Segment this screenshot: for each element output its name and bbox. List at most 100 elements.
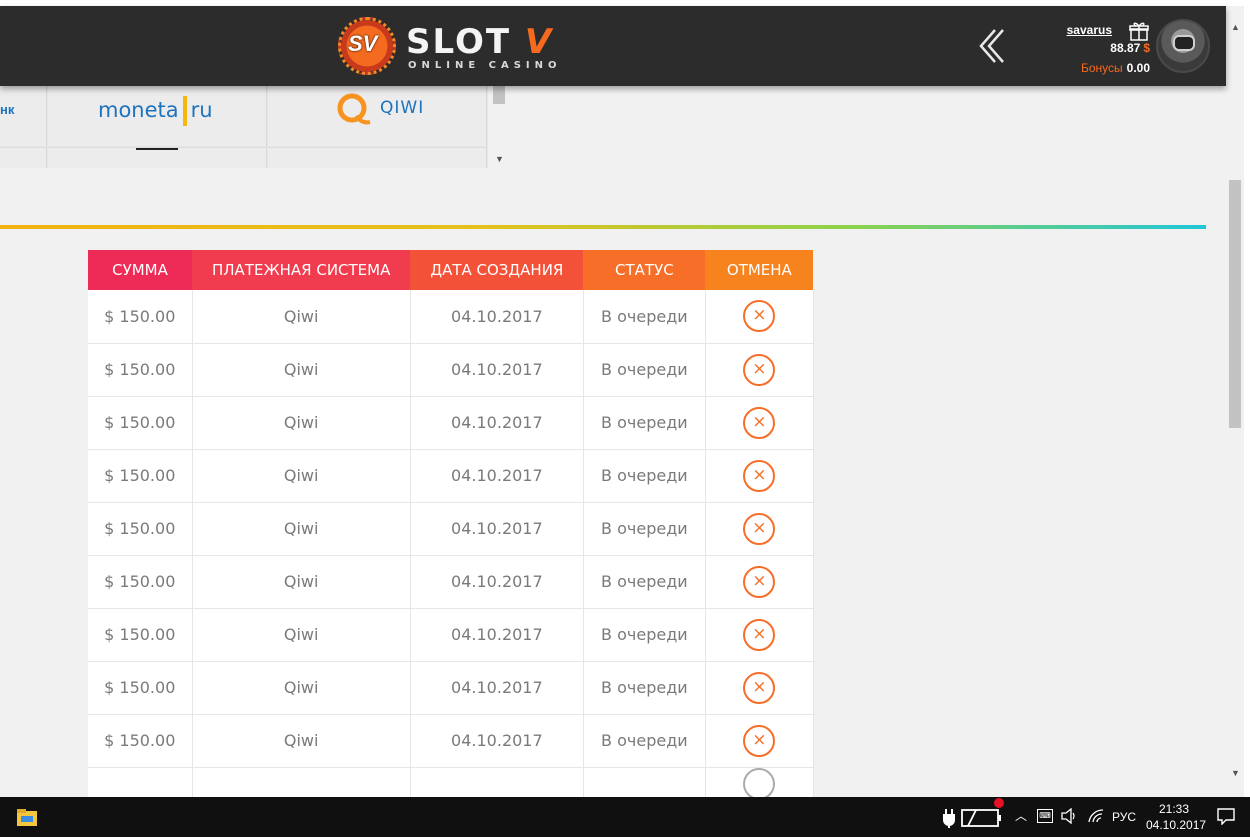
scroll-down-arrow-icon[interactable]: ▼ xyxy=(495,154,504,164)
slotv-logo[interactable]: SV SLOT V ONLINE CASINO xyxy=(336,14,566,78)
cancel-withdrawal-button[interactable]: × xyxy=(743,618,776,651)
cell-created-date: 04.10.2017 xyxy=(410,714,584,768)
cancel-withdrawal-button[interactable]: × xyxy=(743,300,776,333)
table-row: $ 150.00 Qiwi 04.10.2017 В очереди × xyxy=(88,714,814,768)
moneta-label-right: ru xyxy=(190,98,213,122)
chevron-left-icon[interactable] xyxy=(975,26,1007,66)
balance: 88.87 $ xyxy=(1110,41,1150,55)
qiwi-logo xyxy=(337,93,371,125)
column-header-amount: СУММА xyxy=(88,250,192,290)
logo-wordmark: SLOT V xyxy=(406,22,553,62)
logo-word-accent: V xyxy=(524,22,554,62)
cell-amount: $ 150.00 xyxy=(88,343,193,397)
payment-method-moneta[interactable]: moneta ru xyxy=(48,86,267,146)
table-row: $ 150.00 Qiwi 04.10.2017 В очереди × xyxy=(88,555,814,609)
windows-taskbar: ︿ ⌨ РУС 21:33 04.10.2017 xyxy=(0,797,1250,837)
bonus-value: 0.00 xyxy=(1126,61,1150,75)
notifications-icon[interactable] xyxy=(1216,807,1236,825)
cell-payment-system: Qiwi xyxy=(192,714,411,768)
cell-created-date: 04.10.2017 xyxy=(410,396,584,450)
cell-created-date: 04.10.2017 xyxy=(410,608,584,662)
balance-value: 88.87 xyxy=(1110,41,1141,55)
cancel-withdrawal-button[interactable]: × xyxy=(743,512,776,545)
gift-icon[interactable] xyxy=(1128,20,1150,42)
cell-cancel: × xyxy=(705,661,814,715)
cell-payment-system: Qiwi xyxy=(192,502,411,556)
bonus-label: Бонусы xyxy=(1080,61,1123,75)
cell-amount: $ 150.00 xyxy=(88,555,193,609)
window-right-border xyxy=(1244,0,1250,797)
cell-cancel: × xyxy=(705,714,814,768)
volume-icon[interactable] xyxy=(1060,808,1078,824)
scrollbar-thumb[interactable] xyxy=(493,86,505,104)
cancel-withdrawal-button[interactable]: × xyxy=(743,353,776,386)
table-cell xyxy=(705,767,814,797)
payment-method-qiwi[interactable]: QIWI xyxy=(268,86,487,146)
moneta-divider xyxy=(182,96,187,126)
table-cell xyxy=(583,767,706,797)
table-header-row: СУММА ПЛАТЕЖНАЯ СИСТЕМА ДАТА СОЗДАНИЯ СТ… xyxy=(88,250,814,290)
cell-amount: $ 150.00 xyxy=(88,714,193,768)
logo-fragment xyxy=(136,148,178,150)
input-indicator-icon[interactable]: ⌨ xyxy=(1037,809,1053,823)
scrollbar-thumb[interactable] xyxy=(1229,180,1241,428)
battery-charging-icon[interactable] xyxy=(942,805,1004,829)
cell-amount: $ 150.00 xyxy=(88,502,193,556)
cell-payment-system: Qiwi xyxy=(192,396,411,450)
moneta-logo: moneta ru xyxy=(98,96,213,126)
table-row-partial xyxy=(88,767,814,797)
bonus: Бонусы 0.00 xyxy=(1081,61,1150,75)
gradient-divider xyxy=(0,225,1206,229)
cell-cancel: × xyxy=(705,290,814,344)
cell-status: В очереди xyxy=(583,555,706,609)
username-link[interactable]: savarus xyxy=(1067,23,1112,37)
language-indicator[interactable]: РУС xyxy=(1112,810,1136,824)
moneta-label-left: moneta xyxy=(98,98,179,122)
payment-method-row2-cell[interactable] xyxy=(0,147,47,168)
cell-status: В очереди xyxy=(583,343,706,397)
payment-method-row2-cell[interactable] xyxy=(268,147,487,168)
cell-created-date: 04.10.2017 xyxy=(410,661,584,715)
cell-payment-system: Qiwi xyxy=(192,343,411,397)
payment-method-bank[interactable]: нк xyxy=(0,86,47,146)
payment-methods-scrollbar[interactable]: ▼ xyxy=(490,86,508,168)
cell-cancel: × xyxy=(705,449,814,503)
payment-method-row2-cell[interactable] xyxy=(48,147,267,168)
clock-date: 04.10.2017 xyxy=(1146,818,1207,832)
cell-payment-system: Qiwi xyxy=(192,661,411,715)
qiwi-label: QIWI xyxy=(380,98,425,118)
cell-amount: $ 150.00 xyxy=(88,608,193,662)
cancel-withdrawal-button[interactable]: × xyxy=(743,565,776,598)
file-explorer-icon[interactable] xyxy=(16,807,38,827)
avatar[interactable] xyxy=(1156,19,1210,73)
cell-status: В очереди xyxy=(583,714,706,768)
column-header-created-date: ДАТА СОЗДАНИЯ xyxy=(410,250,584,290)
clock-time: 21:33 xyxy=(1158,802,1190,816)
table-row: $ 150.00 Qiwi 04.10.2017 В очереди × xyxy=(88,449,814,503)
cancel-withdrawal-button[interactable] xyxy=(743,767,776,797)
cell-amount: $ 150.00 xyxy=(88,396,193,450)
cell-status: В очереди xyxy=(583,290,706,344)
cell-payment-system: Qiwi xyxy=(192,290,411,344)
cancel-withdrawal-button[interactable]: × xyxy=(743,724,776,757)
wifi-icon[interactable] xyxy=(1087,808,1105,824)
scroll-up-arrow-icon[interactable]: ▲ xyxy=(1231,22,1240,32)
cell-cancel: × xyxy=(705,343,814,397)
cell-amount: $ 150.00 xyxy=(88,290,193,344)
table-cell xyxy=(410,767,584,797)
cell-status: В очереди xyxy=(583,502,706,556)
clock[interactable]: 21:33 04.10.2017 xyxy=(1146,801,1207,833)
scroll-down-arrow-icon[interactable]: ▼ xyxy=(1231,768,1240,778)
cell-created-date: 04.10.2017 xyxy=(410,555,584,609)
cell-cancel: × xyxy=(705,555,814,609)
cancel-withdrawal-button[interactable]: × xyxy=(743,671,776,704)
browser-window: SV SLOT V ONLINE CASINO savarus 88.87 $ Б… xyxy=(0,0,1250,797)
logo-mark: SV xyxy=(348,31,378,56)
show-hidden-icons-chevron[interactable]: ︿ xyxy=(1015,807,1027,824)
cell-status: В очереди xyxy=(583,661,706,715)
cancel-withdrawal-button[interactable]: × xyxy=(743,406,776,439)
page-scrollbar[interactable]: ▲ ▼ xyxy=(1226,6,1244,786)
cancel-withdrawal-button[interactable]: × xyxy=(743,459,776,492)
cell-cancel: × xyxy=(705,608,814,662)
table-cell xyxy=(88,767,193,797)
